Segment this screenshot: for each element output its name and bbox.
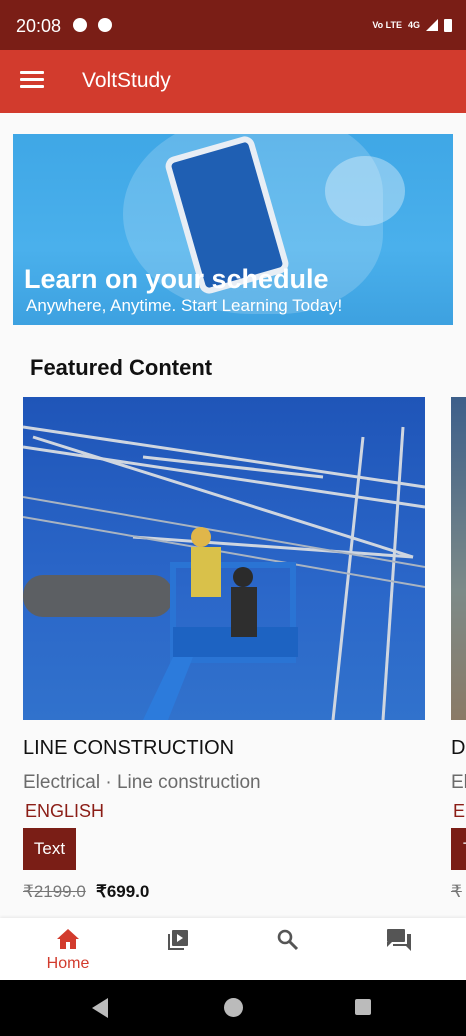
- course-price: ₹699.0: [96, 882, 150, 901]
- nav-search[interactable]: [243, 918, 333, 980]
- back-icon[interactable]: [92, 998, 108, 1018]
- course-original-price: ₹2199.0: [23, 882, 86, 901]
- notification-icon: [73, 18, 87, 32]
- course-thumbnail: [23, 397, 425, 720]
- course-card[interactable]: LINE CONSTRUCTION Electrical · Line cons…: [23, 397, 425, 917]
- course-name: D: [451, 737, 466, 759]
- system-navigation-bar: [0, 980, 466, 1036]
- course-card[interactable]: D El E T ₹: [451, 397, 466, 917]
- banner-subtitle: Anywhere, Anytime. Start Learning Today!: [26, 296, 343, 315]
- nav-videos[interactable]: [133, 918, 223, 980]
- video-library-icon: [168, 930, 188, 950]
- nav-home-label: Home: [46, 955, 90, 972]
- course-original-price: ₹: [451, 882, 462, 901]
- search-icon: [277, 929, 299, 951]
- status-time: 20:08: [16, 16, 62, 36]
- app-bar: VoltStudy: [0, 50, 466, 113]
- chat-icon: [387, 929, 411, 951]
- banner-headline: Learn on your schedule: [24, 264, 329, 294]
- course-category: El: [451, 772, 466, 793]
- featured-title: Featured Content: [30, 355, 213, 380]
- course-language: E: [453, 801, 466, 821]
- menu-icon[interactable]: [20, 71, 44, 89]
- course-subcategory-name: Line construction: [116, 772, 261, 793]
- volte-label: Vo LTE: [372, 20, 402, 30]
- device-illustration: [325, 156, 405, 226]
- bottom-navigation: Home: [0, 918, 466, 980]
- course-type-badge: T: [451, 828, 466, 870]
- app-title: VoltStudy: [82, 69, 171, 92]
- course-name: LINE CONSTRUCTION: [23, 737, 235, 759]
- course-category-name: Electrical: [23, 772, 101, 793]
- status-bar: 20:08 Vo LTE 4G: [0, 0, 466, 50]
- course-category: Electrical · Line construction: [23, 772, 261, 793]
- course-language: ENGLISH: [25, 801, 105, 821]
- signal-icon: [426, 19, 438, 31]
- promo-banner[interactable]: Learn on your schedule Anywhere, Anytime…: [13, 134, 453, 325]
- home-icon: [57, 929, 79, 949]
- nav-home[interactable]: Home: [23, 918, 113, 980]
- recents-icon[interactable]: [355, 999, 371, 1015]
- course-thumbnail: [451, 397, 466, 720]
- course-type-badge: Text: [23, 828, 76, 870]
- whatsapp-icon: [98, 18, 112, 32]
- status-indicators: Vo LTE 4G: [372, 18, 452, 32]
- nav-chat[interactable]: [353, 918, 443, 980]
- home-button-icon[interactable]: [224, 998, 243, 1017]
- network-label: 4G: [407, 20, 420, 30]
- battery-icon: [444, 19, 452, 32]
